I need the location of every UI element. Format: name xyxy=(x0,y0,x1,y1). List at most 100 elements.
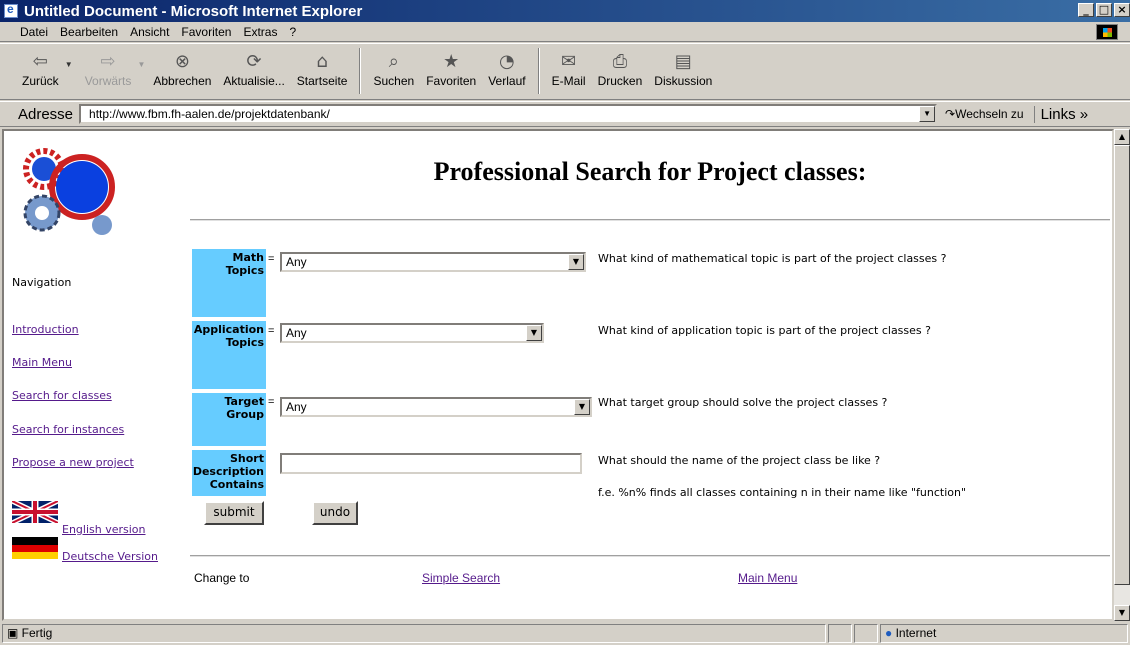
nav-search-instances[interactable]: Search for instances xyxy=(12,423,124,436)
go-button[interactable]: ↷Wechseln zu xyxy=(945,107,1024,121)
address-bar: Adresse http://www.fbm.fh-aalen.de/proje… xyxy=(0,101,1130,127)
deutsche-version-link[interactable]: Deutsche Version xyxy=(62,550,158,563)
nav-propose-project[interactable]: Propose a new project xyxy=(12,456,134,469)
main-menu-link[interactable]: Main Menu xyxy=(738,571,797,585)
chevron-down-icon[interactable]: ▼ xyxy=(568,254,584,270)
simple-search-link[interactable]: Simple Search xyxy=(422,571,500,585)
zone-text: Internet xyxy=(895,626,937,640)
equals-sign: = xyxy=(268,325,275,337)
english-version-link[interactable]: English version xyxy=(62,523,146,536)
maximize-button[interactable]: □ xyxy=(1096,3,1112,17)
dropdown-arrow-icon[interactable]: ▼ xyxy=(65,60,73,69)
mail-label: E-Mail xyxy=(551,74,586,88)
links-button[interactable]: Links » xyxy=(1033,105,1088,123)
toolbar: ⇦ Zurück ▼ ⇨ Vorwärts ▼ ⊗ Abbrechen ⟳ Aktualis… xyxy=(0,43,1130,100)
address-input[interactable]: http://www.fbm.fh-aalen.de/projektdatenb… xyxy=(79,104,938,124)
nav-introduction[interactable]: Introduction xyxy=(12,323,79,336)
nav-main-menu[interactable]: Main Menu xyxy=(12,356,72,369)
refresh-button[interactable]: ⟳ Aktualisie... xyxy=(217,44,290,99)
home-icon: ⌂ xyxy=(316,51,328,72)
short-description-hint: f.e. %n% finds all classes containing n … xyxy=(598,486,967,499)
search-button[interactable]: ⌕ Suchen xyxy=(367,44,420,99)
home-button[interactable]: ⌂ Startseite xyxy=(291,44,354,99)
scroll-up-icon[interactable]: ▲ xyxy=(1114,129,1130,145)
favorites-icon: ★ xyxy=(443,51,460,72)
math-topics-select[interactable]: Any ▼ xyxy=(280,252,586,272)
short-description-label: Short Description Contains xyxy=(192,450,266,496)
print-button[interactable]: ⎙ Drucken xyxy=(592,44,649,99)
status-text-panel: ▣ Fertig xyxy=(2,624,826,643)
math-topics-help: What kind of mathematical topic is part … xyxy=(598,252,947,265)
scroll-down-icon[interactable]: ▼ xyxy=(1114,605,1130,621)
history-button[interactable]: ◔ Verlauf xyxy=(482,44,531,99)
status-bar: ▣ Fertig ● Internet xyxy=(0,622,1130,645)
globe-icon: ● xyxy=(885,626,896,640)
submit-button[interactable]: submit xyxy=(204,501,264,525)
target-group-select[interactable]: Any ▼ xyxy=(280,397,592,417)
forward-label: Vorwärts xyxy=(84,74,132,88)
windows-logo-icon xyxy=(1096,24,1118,40)
refresh-label: Aktualisie... xyxy=(223,74,285,88)
forward-arrow-icon: ⇨ xyxy=(100,51,116,72)
zone-panel: ● Internet xyxy=(880,624,1128,643)
title-bar: Untitled Document - Microsoft Internet E… xyxy=(0,0,1130,22)
divider-top xyxy=(190,219,1110,221)
forward-button[interactable]: ⇨ Vorwärts ▼ xyxy=(79,44,146,99)
vertical-scrollbar[interactable]: ▲ ▼ xyxy=(1114,129,1130,621)
chevron-down-icon[interactable]: ▼ xyxy=(526,325,542,341)
history-icon: ◔ xyxy=(499,51,515,72)
print-icon: ⎙ xyxy=(612,51,628,72)
undo-button[interactable]: undo xyxy=(312,501,358,525)
back-arrow-icon: ⇦ xyxy=(32,51,48,72)
equals-sign: = xyxy=(268,253,275,265)
mail-button[interactable]: ✉ E-Mail xyxy=(546,44,592,99)
gears-logo xyxy=(20,143,116,235)
discuss-label: Diskussion xyxy=(654,74,713,88)
page-title: Professional Search for Project classes: xyxy=(433,157,867,186)
go-arrow-icon: ↷ xyxy=(945,107,956,121)
target-group-help: What target group should solve the proje… xyxy=(598,396,888,409)
status-panel xyxy=(828,624,852,643)
application-topics-select[interactable]: Any ▼ xyxy=(280,323,544,343)
toolbar-separator xyxy=(359,48,362,94)
menu-extras[interactable]: Extras xyxy=(243,25,277,39)
dropdown-arrow-icon[interactable]: ▼ xyxy=(137,60,145,69)
scroll-thumb[interactable] xyxy=(1114,145,1130,585)
page-icon: ▣ xyxy=(7,626,22,640)
german-flag-icon[interactable] xyxy=(12,537,58,559)
page-viewport: Professional Search for Project classes:… xyxy=(2,129,1114,621)
nav-search-classes[interactable]: Search for classes xyxy=(12,389,112,402)
application-topics-label: Application Topics xyxy=(192,321,266,389)
status-panel xyxy=(854,624,878,643)
menu-bearbeiten[interactable]: Bearbeiten xyxy=(60,25,118,39)
close-button[interactable]: × xyxy=(1114,3,1130,17)
chevron-down-icon[interactable]: ▼ xyxy=(574,399,590,415)
short-description-input[interactable] xyxy=(280,453,582,474)
go-label: Wechseln zu xyxy=(955,107,1024,121)
menu-help[interactable]: ? xyxy=(289,25,296,39)
math-topics-value: Any xyxy=(286,255,307,269)
back-button[interactable]: ⇦ Zurück ▼ xyxy=(16,44,73,99)
history-label: Verlauf xyxy=(488,74,526,88)
menu-favoriten[interactable]: Favoriten xyxy=(181,25,231,39)
status-text: Fertig xyxy=(21,626,53,640)
mail-icon: ✉ xyxy=(561,51,577,72)
menu-bar: Datei Bearbeiten Ansicht Favoriten Extra… xyxy=(0,22,1130,42)
home-label: Startseite xyxy=(296,74,348,88)
equals-sign: = xyxy=(268,396,275,408)
minimize-button[interactable]: _ xyxy=(1078,3,1094,17)
math-topics-label: Math Topics xyxy=(192,249,266,317)
stop-button[interactable]: ⊗ Abbrechen xyxy=(147,44,217,99)
menu-datei[interactable]: Datei xyxy=(20,25,48,39)
nav-heading: Navigation xyxy=(12,276,72,289)
chevron-down-icon[interactable]: ▼ xyxy=(919,106,936,122)
target-group-value: Any xyxy=(286,400,307,414)
uk-flag-icon[interactable] xyxy=(12,501,58,523)
favorites-button[interactable]: ★ Favoriten xyxy=(420,44,482,99)
address-url: http://www.fbm.fh-aalen.de/projektdatenb… xyxy=(89,107,330,121)
discuss-button[interactable]: ▤ Diskussion xyxy=(648,44,718,99)
stop-label: Abbrechen xyxy=(153,74,212,88)
window-title: Untitled Document - Microsoft Internet E… xyxy=(24,2,363,20)
target-group-label: Target Group xyxy=(192,393,266,446)
menu-ansicht[interactable]: Ansicht xyxy=(130,25,169,39)
